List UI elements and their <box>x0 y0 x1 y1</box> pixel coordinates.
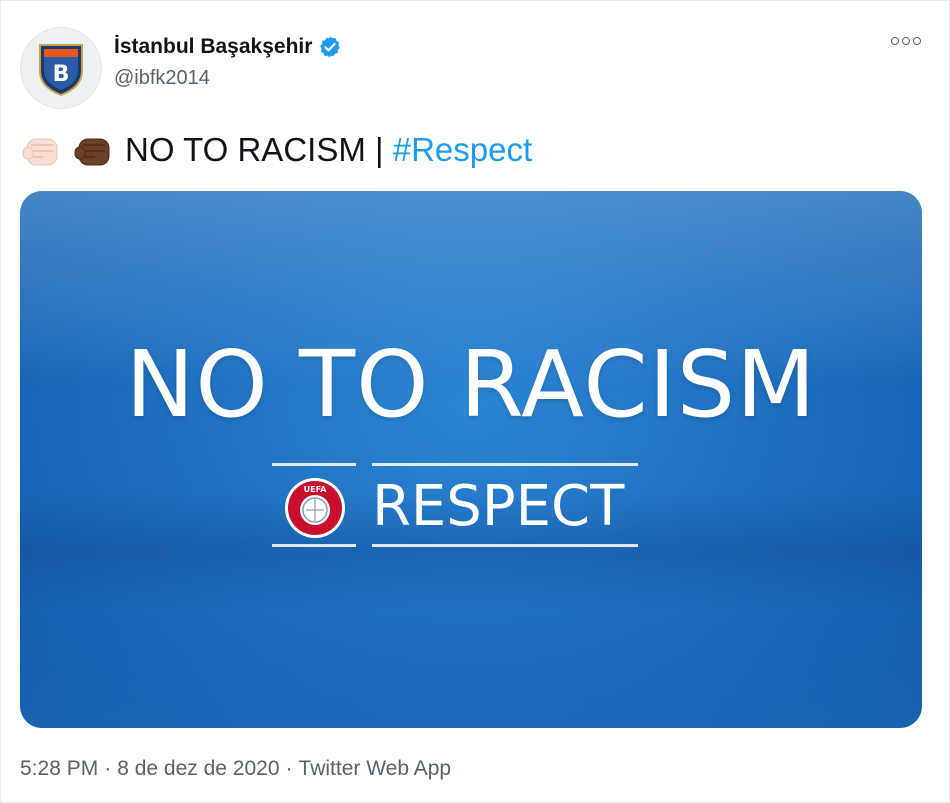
account-name-row: İstanbul Başakşehir <box>114 35 342 59</box>
more-options-icon[interactable] <box>891 37 921 45</box>
raised-fist-dark-icon <box>74 138 110 166</box>
tweet-text-main: NO TO RACISM | <box>125 131 393 168</box>
divider <box>372 463 638 466</box>
more-dot <box>913 37 921 45</box>
tweet-media-image[interactable]: NO TO RACISM UEFA RESPECT <box>20 191 922 728</box>
verified-badge-icon <box>320 36 341 58</box>
avatar[interactable]: B <box>20 27 102 109</box>
uefa-logo-text: UEFA <box>304 485 328 494</box>
account-name[interactable]: İstanbul Başakşehir <box>114 35 312 59</box>
tweet-text: NO TO RACISM | #Respect <box>21 129 532 171</box>
avatar-letter: B <box>53 62 70 87</box>
tweet-source[interactable]: Twitter Web App <box>299 757 452 781</box>
raised-fist-light-icon <box>22 138 58 166</box>
tweet-time[interactable]: 5:28 PM <box>20 757 98 781</box>
divider <box>372 544 638 547</box>
meta-separator: · <box>285 757 293 780</box>
club-crest-icon: B <box>39 44 83 97</box>
tweet-card: B İstanbul Başakşehir @ibfk2014 NO TO RA… <box>0 0 950 803</box>
media-haze <box>20 621 922 728</box>
divider <box>272 463 356 466</box>
tweet-metadata: 5:28 PM · 8 de dez de 2020 · Twitter Web… <box>20 757 451 781</box>
media-headline: NO TO RACISM <box>125 331 817 438</box>
divider <box>272 544 356 547</box>
account-handle[interactable]: @ibfk2014 <box>114 67 210 90</box>
tweet-date[interactable]: 8 de dez de 2020 <box>117 757 279 781</box>
more-dot <box>891 37 899 45</box>
hashtag-link[interactable]: #Respect <box>393 131 532 168</box>
meta-separator: · <box>104 757 112 780</box>
media-subline: RESPECT <box>372 474 625 539</box>
tweet-body: NO TO RACISM | #Respect <box>125 131 532 169</box>
uefa-logo-icon: UEFA <box>285 478 345 538</box>
more-dot <box>902 37 910 45</box>
